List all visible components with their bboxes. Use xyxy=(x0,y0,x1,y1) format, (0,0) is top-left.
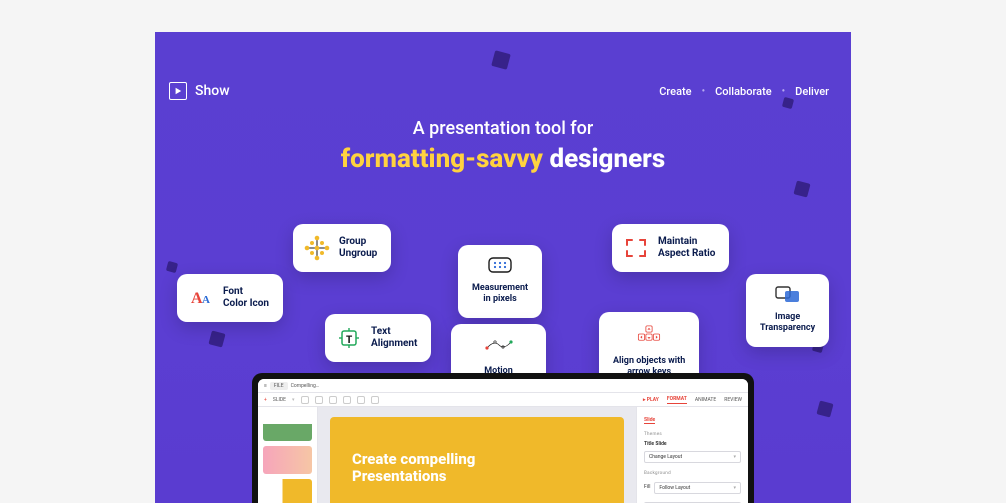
aspect-ratio-icon xyxy=(622,234,650,262)
tool-button[interactable] xyxy=(343,396,351,404)
panel-title-slide: Title Slide xyxy=(644,441,741,447)
leaf-graphic xyxy=(514,497,584,503)
nav-link-collaborate[interactable]: Collaborate xyxy=(715,85,772,98)
change-layout-dropdown[interactable]: Change Layout▾ xyxy=(644,451,741,463)
feature-card-image[interactable]: Image Transparency xyxy=(746,274,829,347)
card-label: Maintain Aspect Ratio xyxy=(658,236,715,261)
feature-card-font-color[interactable]: A A Font Color Icon xyxy=(177,274,283,322)
device-frame: ≡ FILE Compelling… + SLIDE ▾ ▸ PLAY FORM… xyxy=(252,373,754,503)
slide-thumbnails xyxy=(258,407,318,503)
app-body: Create compelling Presentations Slide Th… xyxy=(258,407,748,503)
headline-line1: A presentation tool for xyxy=(155,118,851,139)
feature-card-pixels[interactable]: Measurement in pixels xyxy=(458,245,542,318)
pixel-measure-icon xyxy=(485,255,515,275)
tab-review[interactable]: REVIEW xyxy=(724,397,742,403)
app-window: ≡ FILE Compelling… + SLIDE ▾ ▸ PLAY FORM… xyxy=(258,379,748,503)
brand-name: Show xyxy=(195,83,230,99)
headline: A presentation tool for formatting-savvy… xyxy=(155,118,851,174)
separator-dot: • xyxy=(702,86,706,97)
arrow-keys-icon xyxy=(634,320,664,348)
tab-animate[interactable]: ANIMATE xyxy=(695,397,716,403)
format-panel: Slide Themes Title Slide Change Layout▾ … xyxy=(636,407,748,503)
tool-button[interactable] xyxy=(371,396,379,404)
image-transparency-icon xyxy=(773,284,803,304)
panel-label-background: Background xyxy=(644,471,741,476)
nav-link-create[interactable]: Create xyxy=(659,85,691,98)
slide-thumb[interactable] xyxy=(263,479,312,503)
tool-button[interactable] xyxy=(329,396,337,404)
card-label: Font Color Icon xyxy=(223,286,269,311)
app-toolbar: + SLIDE ▾ ▸ PLAY FORMAT ANIMATE REVIEW xyxy=(258,393,748,407)
slide-label[interactable]: SLIDE xyxy=(273,397,286,403)
tool-button[interactable] xyxy=(357,396,365,404)
nav-link-deliver[interactable]: Deliver xyxy=(795,85,829,98)
site-header: Show Create • Collaborate • Deliver xyxy=(155,82,851,100)
play-button[interactable]: ▸ PLAY xyxy=(643,397,659,403)
tab-format[interactable]: FORMAT xyxy=(667,396,687,404)
card-label: Measurement in pixels xyxy=(472,283,528,306)
menu-icon[interactable]: ≡ xyxy=(264,383,267,389)
app-titlebar: ≡ FILE Compelling… xyxy=(258,379,748,393)
headline-line2: formatting-savvy designers xyxy=(155,144,851,174)
feature-card-aspect[interactable]: Maintain Aspect Ratio xyxy=(612,224,729,272)
decor-cube xyxy=(208,330,225,347)
panel-label-themes: Themes xyxy=(644,432,741,437)
file-menu[interactable]: FILE xyxy=(270,382,288,390)
headline-accent: formatting-savvy xyxy=(341,144,543,174)
right-tabs: ▸ PLAY FORMAT ANIMATE REVIEW xyxy=(643,396,742,404)
top-nav: Create • Collaborate • Deliver xyxy=(659,85,829,98)
doc-title: Compelling… xyxy=(291,383,320,389)
svg-text:T: T xyxy=(346,335,353,346)
svg-text:A: A xyxy=(202,294,210,306)
hero-canvas: Show Create • Collaborate • Deliver A pr… xyxy=(155,32,851,503)
card-label: Group Ungroup xyxy=(339,236,377,261)
add-slide-button[interactable]: + xyxy=(264,397,267,403)
card-label: Image Transparency xyxy=(760,312,815,335)
fill-dropdown[interactable]: Follow Layout▾ xyxy=(654,482,741,494)
text-align-icon: T xyxy=(335,324,363,352)
headline-tail: designers xyxy=(549,144,665,174)
decor-cube xyxy=(166,261,178,273)
brand-logo[interactable]: Show xyxy=(169,82,230,100)
motion-path-icon xyxy=(484,332,514,358)
decor-cube xyxy=(491,50,511,70)
play-box-icon xyxy=(169,82,187,100)
slide-title: Create compelling Presentations xyxy=(352,451,624,486)
feature-card-text-align[interactable]: T Text Alignment xyxy=(325,314,431,362)
feature-card-group[interactable]: Group Ungroup xyxy=(293,224,391,272)
card-label: Text Alignment xyxy=(371,326,417,351)
slide-thumb[interactable] xyxy=(263,446,312,474)
panel-fill-label: Fill xyxy=(644,484,650,490)
slide-canvas[interactable]: Create compelling Presentations xyxy=(318,407,636,503)
tool-button[interactable] xyxy=(301,396,309,404)
tool-button[interactable] xyxy=(315,396,323,404)
group-nodes-icon xyxy=(303,234,331,262)
slide-thumb[interactable] xyxy=(263,413,312,441)
decor-cube xyxy=(793,180,810,197)
active-slide: Create compelling Presentations xyxy=(330,417,624,503)
panel-tab-slide[interactable]: Slide xyxy=(644,417,655,424)
font-color-icon: A A xyxy=(187,284,215,312)
decor-cube xyxy=(816,400,833,417)
separator-dot: • xyxy=(782,86,786,97)
